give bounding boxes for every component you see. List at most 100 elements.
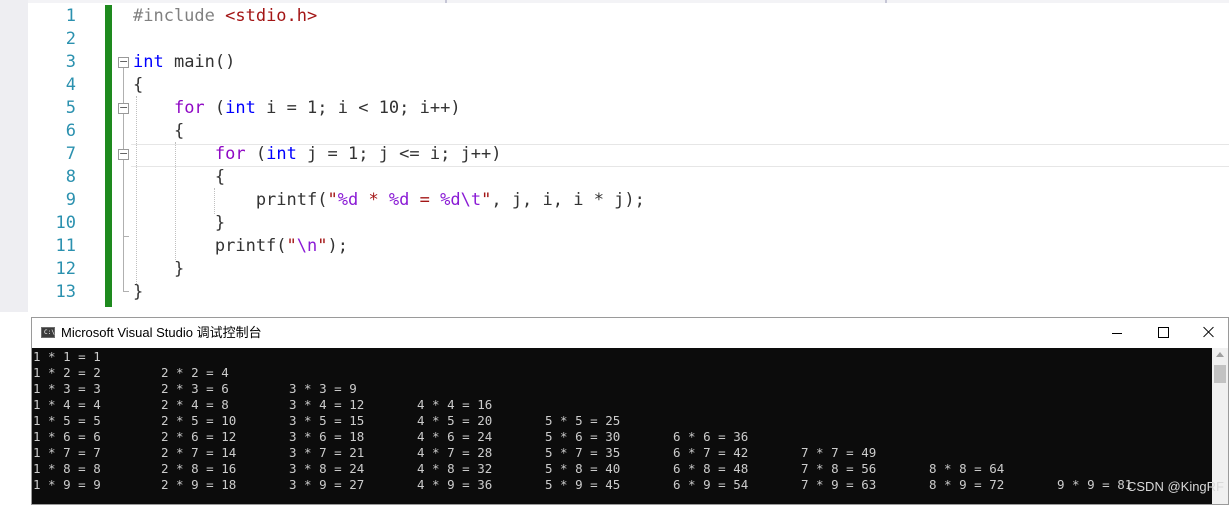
code-line: { (133, 120, 184, 143)
line-number: 2 (65, 29, 76, 49)
console-output-cell: 1 * 1 = 1 (33, 349, 101, 364)
console-output-cell: 1 * 2 = 2 (33, 365, 101, 380)
code-token: int (133, 52, 164, 72)
console-output-cell: 3 * 4 = 12 (289, 397, 365, 412)
console-output-cell: 2 * 3 = 6 (161, 381, 229, 396)
code-token: " (481, 190, 492, 210)
console-titlebar[interactable]: C:\ Microsoft Visual Studio 调试控制台 (32, 318, 1228, 348)
console-window-title: Microsoft Visual Studio 调试控制台 (61, 325, 262, 340)
line-number: 6 (65, 121, 76, 141)
code-line: printf("\n"); (133, 235, 348, 258)
line-number: 10 (55, 213, 76, 233)
code-token: } (133, 213, 226, 233)
maximize-icon (1158, 327, 1169, 338)
console-output-cell: 3 * 3 = 9 (289, 381, 357, 396)
console-output-cell: 4 * 5 = 20 (417, 413, 493, 428)
console-output-cell: 1 * 7 = 7 (33, 445, 101, 460)
console-output-cell: 9 * 9 = 81 (1057, 477, 1133, 492)
console-output-cell: 4 * 7 = 28 (417, 445, 493, 460)
code-token: ( (245, 144, 267, 164)
code-token: } (133, 282, 144, 302)
console-output-cell: 1 * 3 = 3 (33, 381, 101, 396)
code-token: { (133, 75, 144, 95)
console-output-cell: 1 * 9 = 9 (33, 477, 101, 492)
minimize-icon (1112, 333, 1122, 334)
code-token: " (327, 190, 338, 210)
console-output-cell: 5 * 7 = 35 (545, 445, 621, 460)
console-output-cell: 3 * 5 = 15 (289, 413, 365, 428)
line-number: 4 (65, 75, 76, 95)
maximize-button[interactable] (1140, 318, 1186, 348)
fold-line-inner-for (123, 160, 124, 236)
code-line: int main() (133, 51, 235, 74)
console-output-cell: 4 * 6 = 24 (417, 429, 493, 444)
console-output-cell: 2 * 5 = 10 (161, 413, 237, 428)
code-token: { (133, 167, 226, 187)
console-output-cell: 2 * 8 = 16 (161, 461, 237, 476)
line-number: 1 (65, 6, 76, 26)
code-token: \n (296, 236, 318, 256)
close-button[interactable] (1186, 318, 1228, 348)
code-token: \t (460, 190, 482, 210)
collapse-inner-for-icon[interactable]: − (118, 148, 129, 160)
code-line: { (133, 74, 143, 97)
code-token: i = 1; i < 10; i++) (255, 98, 461, 118)
console-output-cell: 2 * 6 = 12 (161, 429, 237, 444)
code-line: printf("%d * %d = %d\t", j, i, i * j); (133, 189, 645, 212)
code-token: , j, i, i * j); (491, 190, 645, 210)
line-number: 7 (65, 144, 76, 164)
console-output-cell: 1 * 8 = 8 (33, 461, 101, 476)
code-token: <stdio.h> (225, 6, 318, 26)
line-number: 13 (55, 282, 76, 302)
code-token: } (133, 259, 185, 279)
code-line: #include <stdio.h> (133, 5, 317, 28)
console-output-cell: 6 * 7 = 42 (673, 445, 749, 460)
code-editor[interactable]: 1 2 3 4 5 6 7 8 9 10 11 12 13 − − − #include <stdio.… (0, 0, 1229, 312)
code-line: } (133, 212, 225, 235)
fold-end-inner-for (123, 236, 129, 237)
console-output-cell: 3 * 8 = 24 (289, 461, 365, 476)
collapse-outer-for-icon[interactable]: − (118, 102, 129, 114)
change-tracking-bar (105, 5, 112, 307)
console-output-cell: 4 * 9 = 36 (417, 477, 493, 492)
code-token: * (358, 190, 389, 210)
scroll-thumb[interactable] (1214, 365, 1226, 383)
scroll-up-arrow-icon[interactable] (1216, 352, 1224, 357)
editor-top-ruler (28, 0, 1229, 3)
code-line: for (int i = 1; i < 10; i++) (133, 97, 461, 120)
fold-end-main (123, 291, 129, 292)
console-output-cell: 3 * 7 = 21 (289, 445, 365, 460)
code-token: %d (337, 190, 359, 210)
console-output[interactable]: 1 * 1 = 11 * 2 = 2 2 * 2 = 4 1 * 3 = 3 2 * … (32, 348, 1212, 504)
code-token: %d (440, 190, 461, 210)
console-output-cell: 7 * 9 = 63 (801, 477, 877, 492)
console-app-icon: C:\ (41, 327, 55, 338)
code-token: printf( (133, 190, 328, 210)
console-output-cell: 2 * 4 = 8 (161, 397, 229, 412)
console-output-cell: 5 * 5 = 25 (545, 413, 621, 428)
console-output-cell: 3 * 9 = 27 (289, 477, 365, 492)
watermark: CSDN @KingRF (1127, 479, 1224, 494)
debug-console-window[interactable]: C:\ Microsoft Visual Studio 调试控制台 1 * 1 … (31, 317, 1229, 505)
minimize-button[interactable] (1094, 318, 1140, 348)
code-token: " (286, 236, 297, 256)
code-token: int (266, 144, 297, 164)
line-number: 3 (65, 52, 76, 72)
console-output-cell: 6 * 6 = 36 (673, 429, 749, 444)
console-output-cell: 4 * 8 = 32 (417, 461, 493, 476)
collapse-main-icon[interactable]: − (118, 56, 129, 68)
code-line: for (int j = 1; j <= i; j++) (133, 143, 502, 166)
code-token: main() (163, 52, 236, 72)
console-output-cell: 5 * 9 = 45 (545, 477, 621, 492)
code-token: j = 1; j <= i; j++) (296, 144, 502, 164)
code-token: { (133, 121, 185, 141)
console-output-cell: 8 * 8 = 64 (929, 461, 1005, 476)
code-token: ( (204, 98, 226, 118)
console-output-cell: 2 * 7 = 14 (161, 445, 237, 460)
code-token: " (317, 236, 328, 256)
fold-line-outer-for (123, 114, 124, 144)
line-number: 8 (65, 167, 76, 187)
code-line: } (133, 258, 184, 281)
